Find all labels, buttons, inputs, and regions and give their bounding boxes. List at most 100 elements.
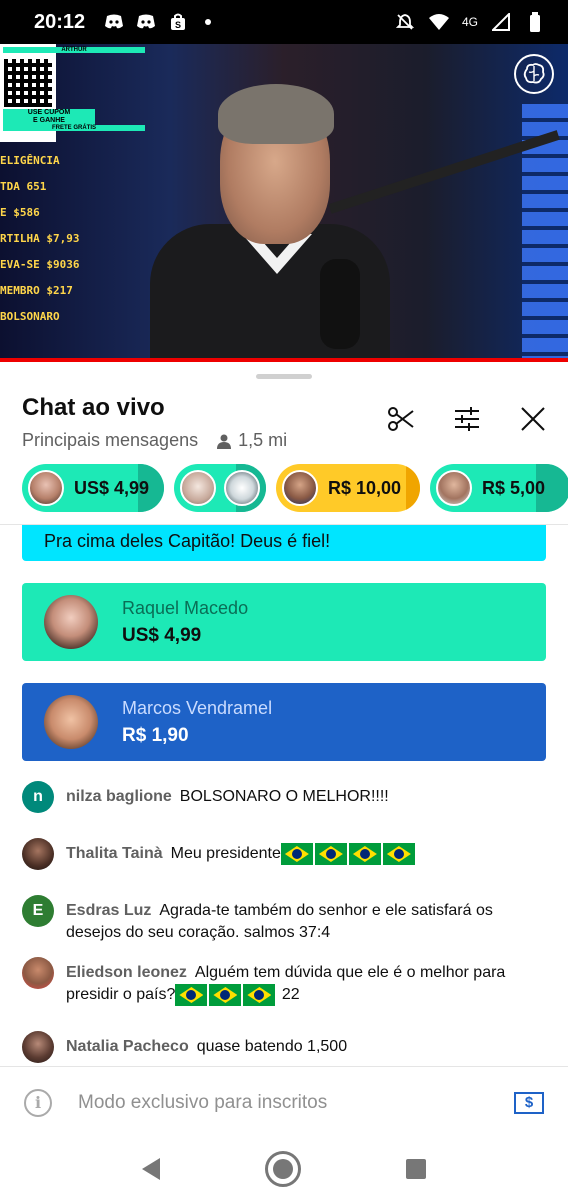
ticker-amount: US$ 4,99 (74, 477, 150, 498)
goal-line: RTILHA $7,93 (0, 232, 80, 245)
microphone (320, 259, 360, 349)
goals-overlay: ELIGÊNCIA TDA 651 E $586 RTILHA $7,93 EV… (0, 148, 82, 330)
super-chat-dollar-icon[interactable]: $ (514, 1091, 544, 1114)
chat-message[interactable]: n nilza baglione BOLSONARO O MELHOR!!!! (22, 781, 546, 813)
chat-message[interactable]: Eliedson leonez Alguém tem dúvida que ele… (22, 957, 546, 1006)
scissors-icon[interactable] (386, 404, 416, 434)
brazil-flag-icon (243, 984, 276, 1006)
pinned-message[interactable]: Pra cima deles Capitão! Deus é fiel! (22, 525, 546, 561)
chat-messages[interactable]: Pra cima deles Capitão! Deus é fiel! Raq… (0, 525, 568, 1064)
avatar (44, 695, 98, 749)
avatar (44, 595, 98, 649)
chat-input-bar: i Modo exclusivo para inscritos $ (0, 1066, 568, 1138)
message-author: nilza baglione (66, 788, 172, 805)
superchat-amount: R$ 1,90 (122, 724, 189, 746)
video-player[interactable]: ARTHUR USE CUPOM E GANHE FRETE GRÁTIS EL… (0, 44, 568, 362)
superchat-card[interactable]: Raquel Macedo US$ 4,99 (22, 583, 546, 661)
qr-code (4, 59, 52, 107)
brazil-flag-icon (175, 984, 208, 1006)
goal-line: ELIGÊNCIA (0, 154, 60, 167)
qr-text-1: USE CUPOM (3, 109, 95, 117)
close-icon[interactable] (518, 404, 548, 434)
person-icon (217, 434, 232, 449)
live-chat-panel: Chat ao vivo Principais mensagens 1,5 mi (0, 364, 568, 1064)
avatar (224, 470, 260, 506)
back-icon[interactable] (142, 1158, 161, 1180)
avatar (180, 470, 216, 506)
signal-icon (490, 13, 512, 31)
message-author: Esdras Luz (66, 902, 152, 919)
avatar (22, 1031, 54, 1063)
chat-title: Chat ao vivo (22, 394, 165, 421)
brazil-flag-emojis (280, 843, 417, 865)
qr-brand: ARTHUR (3, 47, 145, 53)
avatar (436, 470, 472, 506)
message-author: Eliedson leonez (66, 964, 187, 981)
ticker-item[interactable] (174, 464, 266, 512)
notification-dot (205, 19, 212, 25)
superchat-amount: US$ 4,99 (122, 624, 202, 646)
goal-line: MEMBRO $217 (0, 284, 73, 297)
qr-code-banner: ARTHUR USE CUPOM E GANHE FRETE GRÁTIS (0, 44, 145, 142)
avatar (22, 957, 54, 989)
members-only-notice: Modo exclusivo para inscritos (78, 1091, 328, 1113)
video-progress-bar[interactable] (0, 358, 568, 362)
notification-icons: S (103, 13, 212, 31)
shopping-bag-icon: S (167, 13, 189, 31)
discord-icon (135, 13, 157, 31)
avatar (282, 470, 318, 506)
chat-mode-selector[interactable]: Principais mensagens (22, 430, 198, 451)
brazil-flag-icon (382, 843, 415, 865)
message-author: Natalia Pacheco (66, 1038, 189, 1055)
viewer-count-value: 1,5 mi (238, 430, 288, 450)
ticker-amount: R$ 5,00 (482, 477, 546, 498)
system-icons: 4G (394, 12, 546, 32)
ticker-item[interactable]: R$ 10,00 (276, 464, 420, 512)
message-suffix: 22 (277, 986, 300, 1004)
mute-icon (394, 13, 416, 31)
message-text: Meu presidente (170, 845, 281, 863)
qr-text-2: E GANHE (3, 117, 95, 125)
brazil-flag-icon (314, 843, 347, 865)
goal-line: TDA 651 (0, 180, 47, 193)
chat-message[interactable]: E Esdras Luz Agrada-te também do senhor e… (22, 895, 546, 944)
screen: 20:12 S 4G ARTHUR USE CUPOM E GANHE FRET… (0, 0, 568, 1200)
message-text: quase batendo 1,500 (196, 1038, 348, 1055)
info-icon[interactable]: i (24, 1088, 52, 1117)
navigation-bar (0, 1138, 568, 1200)
message-author: Thalita Tainà (66, 845, 163, 863)
chat-subtitle: Principais mensagens 1,5 mi (22, 430, 287, 451)
network-type: 4G (461, 15, 478, 29)
ticker-item[interactable]: R$ 5,00 (430, 464, 568, 512)
brazil-flag-icon (280, 843, 313, 865)
brazil-flag-icon (209, 984, 242, 1006)
goal-line: EVA-SE $9036 (0, 258, 80, 271)
home-icon[interactable] (264, 1151, 301, 1187)
brain-logo-icon (514, 54, 554, 94)
avatar (22, 838, 54, 870)
ticker-amount: R$ 10,00 (328, 477, 402, 498)
status-time: 20:12 (34, 10, 86, 33)
discord-icon (103, 13, 125, 31)
goal-line: E $586 (0, 206, 40, 219)
ticker-item[interactable]: US$ 4,99 (22, 464, 164, 512)
superchat-ticker: US$ 4,99 R$ 10,00 R$ 5,00 (22, 464, 568, 512)
recent-apps-icon[interactable] (405, 1159, 426, 1179)
viewer-count: 1,5 mi (216, 430, 287, 451)
wifi-icon (428, 13, 450, 31)
avatar: E (22, 895, 54, 927)
filter-icon[interactable] (452, 404, 482, 434)
battery-icon (524, 12, 546, 32)
message-text: BOLSONARO O MELHOR!!!! (179, 788, 389, 805)
chat-message[interactable]: Natalia Pacheco quase batendo 1,500 (22, 1031, 546, 1063)
qr-text-3: FRETE GRÁTIS (3, 125, 145, 131)
drag-handle[interactable] (256, 374, 312, 379)
svg-text:S: S (175, 20, 181, 30)
brazil-flag-icon (348, 843, 381, 865)
superchat-card[interactable]: Marcos Vendramel R$ 1,90 (22, 683, 546, 761)
chat-message[interactable]: Thalita Tainà Meu presidente (22, 838, 546, 870)
superchat-author: Marcos Vendramel (122, 697, 273, 718)
brazil-flag-emojis (175, 984, 277, 1006)
chat-header-actions (386, 404, 548, 434)
avatar: n (22, 781, 54, 813)
